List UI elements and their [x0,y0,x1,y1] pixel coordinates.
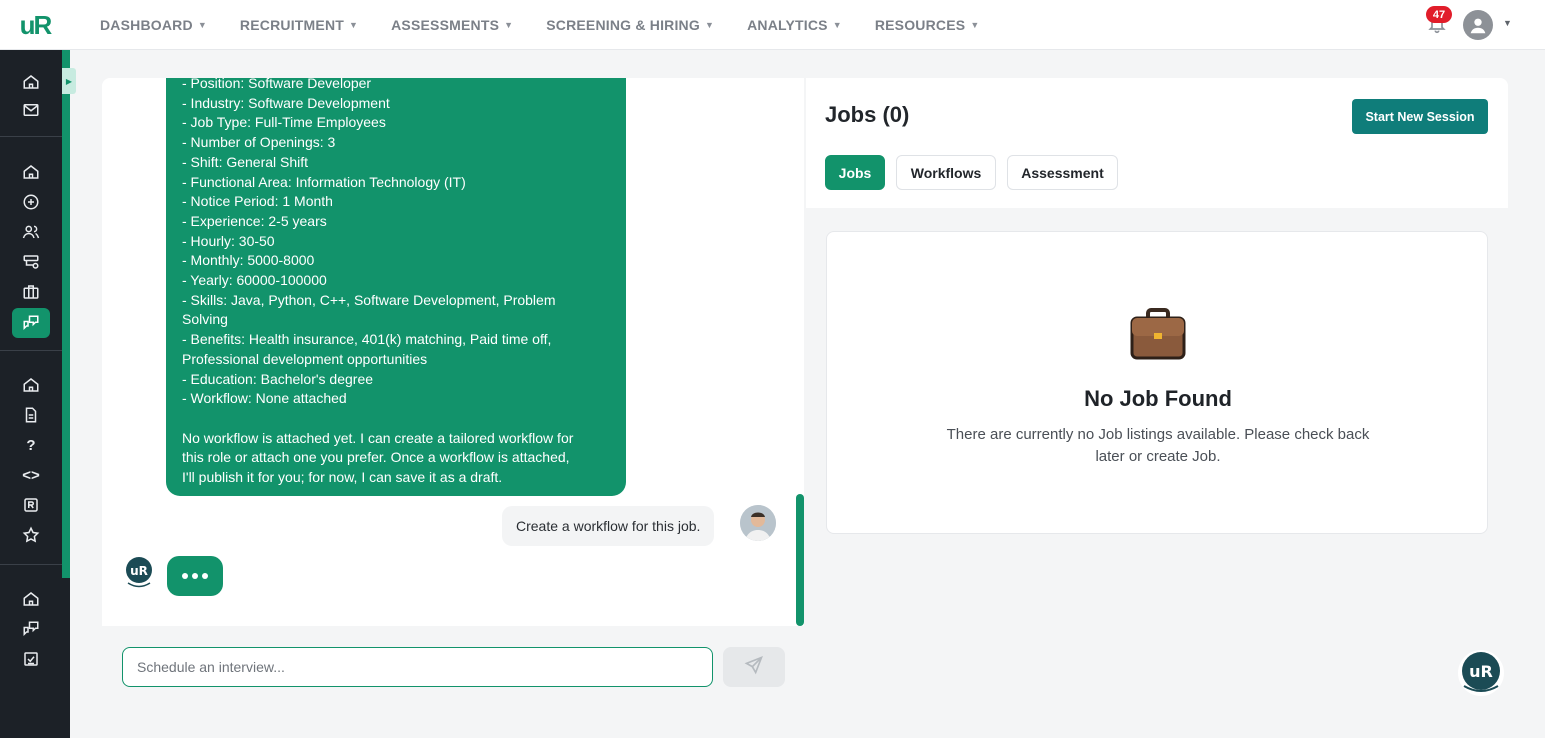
svg-text:uR: uR [130,564,148,578]
bot-message-line: - Hourly: 30-50 [182,232,275,249]
chat-composer [102,626,804,708]
question-icon[interactable]: ? [12,430,50,460]
bot-avatar: uR [123,556,155,588]
users-icon[interactable] [12,217,50,247]
jobs-panel: Jobs (0) Start New Session Jobs Workflow… [806,78,1508,708]
jobs-header: Jobs (0) Start New Session Jobs Workflow… [806,78,1508,208]
document-icon[interactable] [12,400,50,430]
sidebar-divider [0,350,62,351]
user-avatar [740,505,776,541]
bot-message-line: this role or attach one you prefer. Once… [182,449,570,466]
plus-circle-icon[interactable] [12,187,50,217]
typing-indicator [167,556,223,596]
bot-message-line: - Number of Openings: 3 [182,134,336,151]
nav-item-label: DASHBOARD [100,17,193,33]
scrollbar-thumb[interactable] [62,50,70,578]
bot-message-line: No workflow is attached yet. I can creat… [182,429,574,446]
briefcase-icon [1129,308,1187,360]
empty-state-card: No Job Found There are currently no Job … [826,231,1488,534]
nav-item-screening-hiring[interactable]: SCREENING & HIRING ▼ [546,17,714,33]
bot-message-line: - Functional Area: Information Technolog… [182,173,466,190]
chat-panel: - Position: Software Developer - Industr… [102,78,804,626]
typing-dot [202,573,208,579]
ur-agent-fab[interactable]: uR [1458,650,1504,696]
star-icon[interactable] [12,520,50,550]
tab-jobs[interactable]: Jobs [825,155,885,190]
chat-icon[interactable] [12,614,50,644]
sidebar-divider [0,136,62,137]
nav-item-assessments[interactable]: ASSESSMENTS ▼ [391,17,513,33]
nav-item-label: ANALYTICS [747,17,828,33]
checklist-icon[interactable] [12,644,50,674]
empty-state-description: There are currently no Job listings avai… [946,426,1370,465]
chevron-down-icon: ▼ [197,20,207,30]
home-icon[interactable] [12,370,50,400]
nav-item-label: ASSESSMENTS [391,17,500,33]
nav-item-analytics[interactable]: ANALYTICS ▼ [747,17,842,33]
main-nav: DASHBOARD ▼ RECRUITMENT ▼ ASSESSMENTS ▼ SCR… [100,0,1012,50]
briefcase-icon[interactable] [12,277,50,307]
badge-icon[interactable] [12,490,50,520]
svg-text:uR: uR [1469,662,1493,681]
chevron-down-icon: ▼ [970,20,980,30]
sidebar-toggle-icon[interactable]: ▶ [62,68,76,94]
bot-message-line: I'll publish it for you; for now, I can … [182,469,503,486]
sidebar-divider [0,564,62,565]
tab-assessment[interactable]: Assessment [1007,155,1118,190]
home-icon[interactable] [12,67,50,97]
chevron-down-icon: ▼ [349,20,359,30]
tab-workflows[interactable]: Workflows [896,155,996,190]
user-avatar-icon[interactable] [1463,10,1493,40]
bot-message-line: - Yearly: 60000-100000 [182,272,327,289]
send-button[interactable] [723,647,785,687]
bot-message-line: - Job Type: Full-Time Employees [182,114,386,131]
bot-message-line: - Education: Bachelor's degree [182,370,374,387]
notification-badge: 47 [1426,6,1452,23]
bot-message-line: - Experience: 2-5 years [182,212,327,229]
bot-message-line: - Industry: Software Development [182,94,390,111]
start-new-session-button[interactable]: Start New Session [1352,99,1488,134]
nav-item-label: RESOURCES [874,17,966,33]
chat-icon[interactable] [12,308,50,338]
user-message-bubble: Create a workflow for this job. [502,506,715,546]
bot-message-line: - Notice Period: 1 Month [182,193,333,210]
bot-message-line: - Shift: General Shift [182,153,309,170]
bot-message-line: - Benefits: Health insurance, 401(k) mat… [182,331,552,348]
bot-message-line: - Monthly: 5000-8000 [182,252,315,269]
nav-item-label: SCREENING & HIRING [546,17,700,33]
chevron-down-icon: ▼ [704,20,715,30]
chat-scrollbar[interactable] [796,494,804,626]
chat-input[interactable] [122,647,713,687]
nav-item-dashboard[interactable]: DASHBOARD ▼ [100,17,207,33]
bot-message-bubble: - Position: Software Developer - Industr… [166,78,626,496]
send-icon [744,655,764,680]
chevron-down-icon: ▼ [832,20,842,30]
typing-dot [192,573,198,579]
left-sidebar: ? <> [0,50,62,738]
chevron-down-icon: ▼ [504,20,514,30]
bot-message-line: Professional development opportunities [182,350,428,367]
home-icon[interactable] [12,157,50,187]
brand-logo[interactable]: uR [14,8,56,42]
chevron-down-icon[interactable]: ▼ [1503,18,1512,28]
empty-state-title: No Job Found [1084,386,1232,411]
typing-dot [182,573,188,579]
top-navbar: uR DASHBOARD ▼ RECRUITMENT ▼ ASSESSMENTS ▼ … [0,0,1545,50]
bot-message-line: - Position: Software Developer [182,78,372,91]
nav-item-recruitment[interactable]: RECRUITMENT ▼ [240,17,358,33]
workflow-icon[interactable] [12,247,50,277]
sidebar-scrollbar[interactable] [62,50,70,738]
home-icon[interactable] [12,584,50,614]
mail-icon[interactable] [12,95,50,125]
jobs-title: Jobs (0) [825,102,910,127]
bot-message-line: - Skills: Java, Python, C++, Software De… [182,291,556,308]
bot-message-line: - Workflow: None attached [182,390,347,407]
nav-item-label: RECRUITMENT [239,17,345,33]
code-icon[interactable]: <> [12,460,50,490]
user-message-text: Create a workflow for this job. [516,518,701,534]
nav-item-resources[interactable]: RESOURCES ▼ [875,17,980,33]
bot-message-line: Solving [182,311,228,328]
